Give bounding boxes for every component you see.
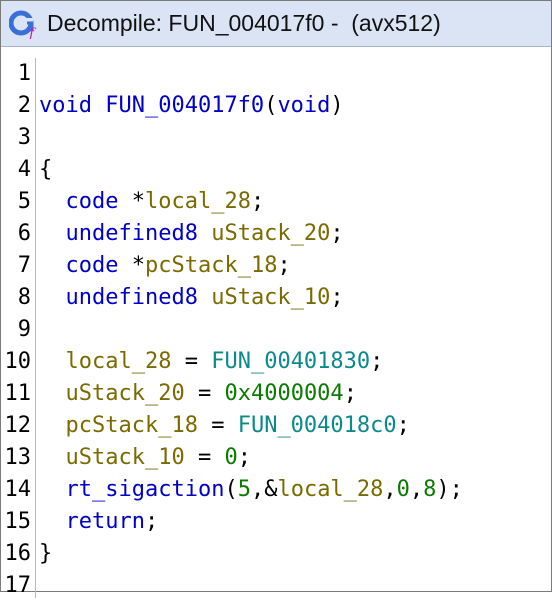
code-token[interactable]: void <box>39 93 92 118</box>
code-text: local_28 = FUN_00401830; <box>39 346 384 378</box>
code-token[interactable]: pcStack_18 <box>145 253 277 278</box>
code-token[interactable]: FUN_004017f0 <box>105 93 264 118</box>
code-token[interactable]: 5 <box>238 477 251 502</box>
code-token: = <box>184 445 225 470</box>
code-token: * <box>118 189 145 214</box>
code-token[interactable]: uStack_10 <box>66 445 185 470</box>
code-token: ; <box>343 381 357 406</box>
line-number: 7 <box>17 253 31 278</box>
code-token: ( <box>264 93 278 118</box>
code-token: ; <box>396 413 410 438</box>
code-token: = <box>184 381 225 406</box>
decompiler-window: f Decompile: FUN_004017f0 - (avx512) 12v… <box>0 0 552 598</box>
code-token: ; <box>144 509 159 534</box>
code-token[interactable]: code <box>66 253 119 278</box>
code-token[interactable]: pcStack_18 <box>66 413 198 438</box>
code-token[interactable]: 0 <box>397 477 410 502</box>
title-bar[interactable]: f Decompile: FUN_004017f0 - (avx512) <box>1 1 551 47</box>
line-number: 4 <box>17 157 31 182</box>
code-token: ; <box>237 445 251 470</box>
code-token[interactable]: undefined8 <box>66 285 198 310</box>
code-token: { <box>39 157 53 182</box>
code-token: ; <box>330 285 344 310</box>
code-token: } <box>39 541 53 566</box>
code-editor[interactable]: 1 2 void FUN_004017f0(void) 3 4{5 code *loca… <box>1 58 551 598</box>
code-token[interactable]: local_28 <box>66 349 172 374</box>
line-number: 5 <box>17 189 31 214</box>
code-token[interactable]: undefined8 <box>66 221 198 246</box>
code-token[interactable]: uStack_20 <box>66 381 185 406</box>
window-title: Decompile: FUN_004017f0 - (avx512) <box>47 10 441 36</box>
code-token[interactable]: uStack_10 <box>211 285 330 310</box>
code-token[interactable]: return <box>66 509 145 534</box>
code-token: ; <box>370 349 384 374</box>
code-token: ; <box>250 189 265 214</box>
line-number: 15 <box>4 509 32 534</box>
line-number: 13 <box>4 445 32 470</box>
code-token: ) <box>330 93 344 118</box>
code-text: undefined8 uStack_10; <box>39 282 344 314</box>
code-token[interactable]: FUN_00401830 <box>211 349 370 374</box>
code-token: = <box>171 349 212 374</box>
line-number: 17 <box>4 573 32 598</box>
line-number: 16 <box>4 541 32 566</box>
decompiler-icon: f <box>8 9 39 42</box>
code-token: ; <box>330 221 344 246</box>
code-token: , <box>383 477 397 502</box>
svg-text:f: f <box>28 26 37 39</box>
code-token[interactable]: code <box>66 189 119 214</box>
code-text: uStack_20 = 0x4000004; <box>39 378 357 410</box>
line-number: 10 <box>4 349 32 374</box>
line-number: 8 <box>17 285 31 310</box>
line-number: 14 <box>4 477 32 502</box>
code-text: uStack_10 = 0; <box>39 442 251 474</box>
line-number: 12 <box>4 413 32 438</box>
code-token[interactable]: uStack_20 <box>211 221 330 246</box>
code-text: rt_sigaction(5,&local_28,0,8); <box>39 474 463 506</box>
code-text: { <box>39 154 52 186</box>
code-token: ,& <box>250 477 278 502</box>
code-token[interactable]: FUN_004018c0 <box>238 413 397 438</box>
line-number: 1 <box>17 61 31 86</box>
line-number: 6 <box>17 221 31 246</box>
code-token[interactable]: void <box>277 93 330 118</box>
code-token[interactable]: 0x4000004 <box>224 381 343 406</box>
code-text: } <box>39 538 52 570</box>
code-token[interactable]: local_28 <box>277 477 383 502</box>
code-token: = <box>197 413 238 438</box>
code-token: , <box>409 477 424 502</box>
code-text: undefined8 uStack_20; <box>39 218 344 250</box>
line-number: 11 <box>4 381 32 406</box>
code-text: code *pcStack_18; <box>39 250 291 282</box>
line-number: 9 <box>17 317 31 342</box>
code-token: ); <box>436 477 463 502</box>
line-number: 2 <box>17 93 31 118</box>
code-token[interactable]: 8 <box>423 477 436 502</box>
code-token[interactable]: local_28 <box>145 189 251 214</box>
code-token: * <box>118 253 145 278</box>
code-token[interactable]: rt_sigaction <box>66 477 225 502</box>
code-text: return; <box>39 506 159 538</box>
code-token[interactable]: 0 <box>224 445 237 470</box>
code-token: ; <box>277 253 291 278</box>
code-token: ( <box>224 477 238 502</box>
line-number: 3 <box>17 125 31 150</box>
code-text: void FUN_004017f0(void) <box>39 90 344 122</box>
code-text: pcStack_18 = FUN_004018c0; <box>39 410 410 442</box>
code-text: code *local_28; <box>39 186 265 218</box>
